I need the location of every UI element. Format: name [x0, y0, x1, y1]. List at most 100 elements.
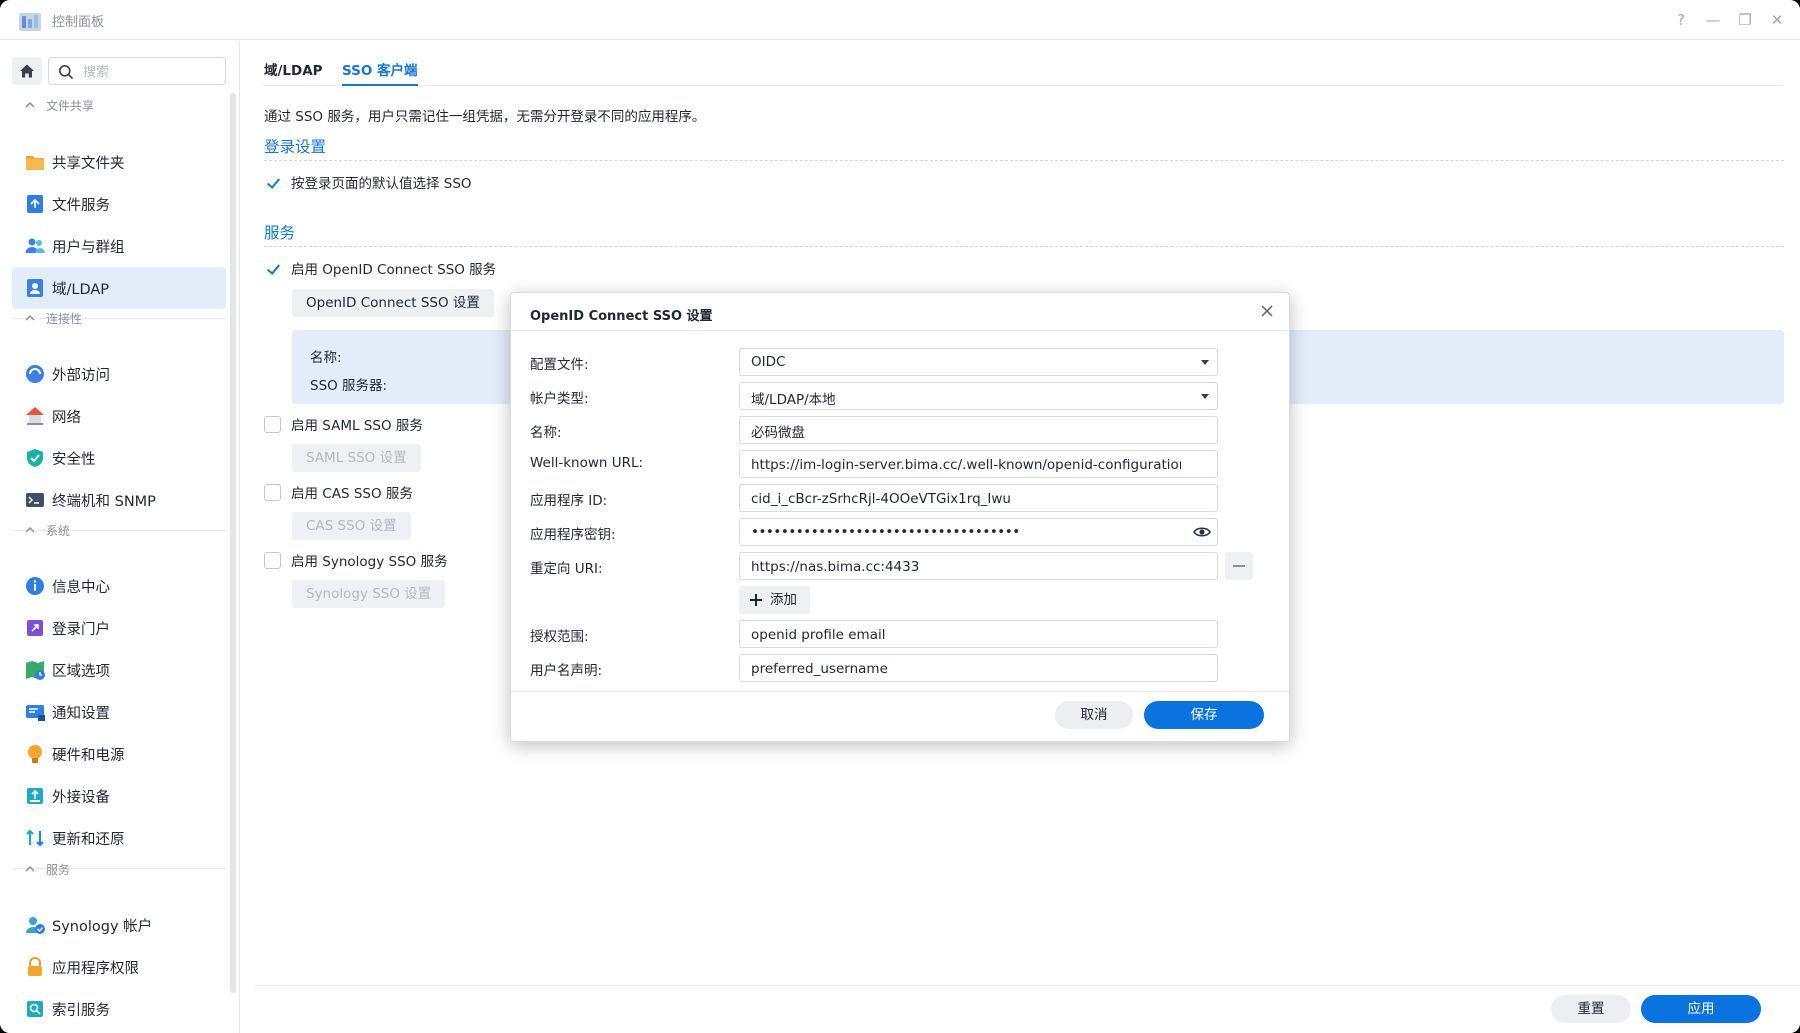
external-device-icon	[24, 785, 46, 807]
sidebar-item-external-access[interactable]: 外部访问	[12, 353, 226, 395]
eye-icon[interactable]	[1193, 524, 1211, 540]
well-known-url-label: Well-known URL:	[530, 455, 644, 471]
chevron-down-icon	[1201, 360, 1209, 365]
close-icon[interactable]	[1259, 303, 1275, 319]
home-button[interactable]	[12, 57, 42, 85]
reset-button[interactable]: 重置	[1551, 995, 1631, 1023]
default-sso-row[interactable]: 按登录页面的默认值选择 SSO	[264, 172, 472, 192]
profile-select[interactable]: OIDC	[739, 348, 1218, 376]
sidebar-item-label: 应用程序权限	[52, 960, 139, 977]
group-header-system[interactable]: 系统	[24, 520, 70, 540]
name-field[interactable]	[739, 416, 1218, 444]
restore-icon[interactable]: ❐	[1734, 10, 1756, 30]
account-type-select[interactable]: 域/LDAP/本地	[739, 382, 1218, 410]
save-button[interactable]: 保存	[1144, 701, 1264, 729]
sidebar-scrollbar[interactable]	[230, 93, 236, 993]
group-header-file-sharing[interactable]: 文件共享	[24, 95, 94, 115]
oidc-settings-dialog: OpenID Connect SSO 设置 配置文件: OIDC 帐户类型: 域…	[510, 292, 1290, 742]
network-icon	[24, 405, 46, 427]
scope-input[interactable]	[751, 626, 1181, 644]
sidebar-item-app-privileges[interactable]: 应用程序权限	[12, 946, 226, 988]
app-id-field[interactable]	[739, 484, 1218, 512]
synology-account-icon	[24, 914, 46, 936]
cas-enable-checkbox[interactable]	[264, 483, 281, 501]
tab-domain-ldap[interactable]: 域/LDAP	[264, 59, 323, 79]
scope-label: 授权范围:	[530, 629, 589, 645]
default-sso-checkbox[interactable]	[264, 173, 281, 191]
scope-field[interactable]	[739, 620, 1218, 648]
app-secret-label: 应用程序密钥:	[530, 527, 616, 543]
username-claim-label: 用户名声明:	[530, 663, 603, 679]
saml-enable-checkbox[interactable]	[264, 415, 281, 433]
oidc-enable-row[interactable]: 启用 OpenID Connect SSO 服务	[264, 258, 496, 278]
sidebar-item-terminal-snmp[interactable]: 终端机和 SNMP	[12, 479, 226, 521]
group-label: 文件共享	[46, 98, 95, 113]
search-box[interactable]	[48, 57, 226, 85]
saml-enable-row[interactable]: 启用 SAML SSO 服务	[264, 414, 423, 434]
sidebar-item-indexing-service[interactable]: 索引服务	[12, 988, 226, 1030]
sidebar-item-label: 硬件和电源	[52, 747, 125, 764]
sidebar-item-file-services[interactable]: 文件服务	[12, 183, 226, 225]
username-claim-input[interactable]	[751, 660, 1181, 678]
username-claim-field[interactable]	[739, 654, 1218, 682]
cas-settings-button[interactable]: CAS SSO 设置	[292, 512, 411, 540]
control-panel-window: 控制面板 ? — ❐ ✕ 文件共享 共享文件夹	[0, 0, 1800, 1033]
info-server-label: SSO 服务器:	[310, 378, 388, 394]
info-icon	[24, 575, 46, 597]
close-icon[interactable]: ✕	[1766, 10, 1788, 30]
group-label: 连接性	[46, 311, 83, 326]
account-type-label: 帐户类型:	[530, 391, 589, 407]
name-input[interactable]	[751, 422, 1181, 440]
synology-enable-row[interactable]: 启用 Synology SSO 服务	[264, 550, 448, 570]
sidebar-item-regional-options[interactable]: 区域选项	[12, 649, 226, 691]
app-secret-field[interactable]: ••••••••••••••••••••••••••••••••••••	[739, 518, 1218, 546]
sidebar-item-login-portal[interactable]: 登录门户	[12, 607, 226, 649]
saml-settings-button[interactable]: SAML SSO 设置	[292, 444, 421, 472]
help-icon[interactable]: ?	[1670, 10, 1692, 30]
cas-enable-row[interactable]: 启用 CAS SSO 服务	[264, 482, 413, 502]
sidebar-item-domain-ldap[interactable]: 域/LDAP	[12, 267, 226, 309]
sidebar-item-label: 文件服务	[52, 197, 110, 214]
sidebar-item-synology-account[interactable]: Synology 帐户	[12, 904, 226, 946]
sidebar-item-shared-folder[interactable]: 共享文件夹	[12, 141, 226, 183]
group-label: 服务	[46, 862, 71, 877]
remove-redirect-uri-button[interactable]	[1225, 552, 1253, 580]
redirect-uri-field[interactable]	[739, 552, 1218, 580]
group-header-services[interactable]: 服务	[24, 859, 70, 879]
cancel-button[interactable]: 取消	[1055, 701, 1133, 729]
app-id-input[interactable]	[751, 490, 1181, 508]
sidebar-item-security[interactable]: 安全性	[12, 437, 226, 479]
sidebar-item-label: 域/LDAP	[52, 281, 110, 298]
account-type-value: 域/LDAP/本地	[751, 392, 836, 406]
oidc-enable-checkbox[interactable]	[264, 259, 281, 277]
oidc-settings-button[interactable]: OpenID Connect SSO 设置	[292, 289, 494, 317]
add-redirect-uri-button[interactable]: 添加	[739, 586, 810, 614]
sidebar-item-notification[interactable]: 通知设置	[12, 691, 226, 733]
section-title-login-settings: 登录设置	[264, 138, 327, 156]
sidebar: 文件共享 共享文件夹 文件服务 用户与群组 域/LDAP 连接性 外部访问	[0, 41, 240, 1033]
redirect-uri-input[interactable]	[751, 558, 1181, 576]
sidebar-item-hardware-power[interactable]: 硬件和电源	[12, 733, 226, 775]
external-access-icon	[24, 363, 46, 385]
app-secret-value[interactable]: ••••••••••••••••••••••••••••••••••••	[751, 524, 1181, 542]
synology-settings-button[interactable]: Synology SSO 设置	[292, 580, 446, 608]
minimize-icon[interactable]: —	[1702, 10, 1724, 30]
sidebar-item-update-restore[interactable]: 更新和还原	[12, 817, 226, 859]
sidebar-item-info-center[interactable]: 信息中心	[12, 565, 226, 607]
sidebar-item-label: Synology 帐户	[52, 918, 153, 935]
chevron-down-icon	[1201, 394, 1209, 399]
sidebar-item-label: 安全性	[52, 451, 96, 468]
sidebar-item-external-devices[interactable]: 外接设备	[12, 775, 226, 817]
apply-button[interactable]: 应用	[1641, 995, 1761, 1023]
tab-bar: 域/LDAP SSO 客户端	[263, 41, 1783, 86]
well-known-url-field[interactable]	[739, 450, 1218, 478]
synology-enable-checkbox[interactable]	[264, 551, 281, 569]
sidebar-item-users-groups[interactable]: 用户与群组	[12, 225, 226, 267]
group-header-connectivity[interactable]: 连接性	[24, 308, 82, 328]
sso-description: 通过 SSO 服务，用户只需记住一组凭据，无需分开登录不同的应用程序。	[264, 109, 706, 125]
tab-sso-client[interactable]: SSO 客户端	[342, 59, 418, 86]
search-input[interactable]	[83, 62, 223, 82]
well-known-url-input[interactable]	[751, 456, 1181, 474]
sidebar-item-network[interactable]: 网络	[12, 395, 226, 437]
dialog-title: OpenID Connect SSO 设置	[530, 309, 713, 324]
